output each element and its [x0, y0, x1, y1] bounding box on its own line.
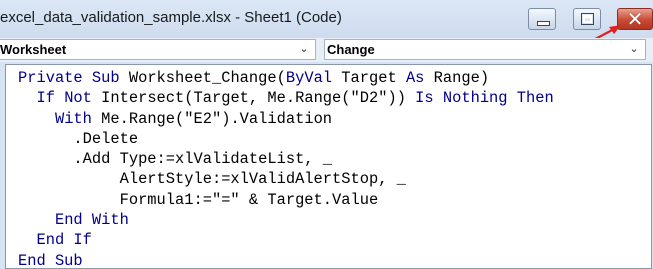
minimize-button[interactable] [528, 8, 556, 30]
code-editor[interactable]: Private Sub Worksheet_Change(ByVal Targe… [5, 64, 652, 269]
chevron-down-icon: ⌄ [299, 42, 309, 55]
code-token: AlertStyle:=xlValidAlertStop, _ [18, 170, 406, 189]
code-line: .Delete [18, 129, 651, 149]
code-text-area[interactable]: Private Sub Worksheet_Change(ByVal Targe… [18, 68, 651, 268]
title-bar: excel_data_validation_sample.xlsx - Shee… [0, 0, 653, 38]
code-keyword: ByVal [285, 69, 342, 87]
code-token: Formula1:="=" & Target.Value [18, 190, 379, 209]
code-line: End If [18, 230, 651, 250]
code-keyword: With [54, 109, 102, 128]
window-title: excel_data_validation_sample.xlsx - Shee… [0, 9, 342, 26]
code-token: Worksheet_Change( [128, 69, 286, 87]
code-line: If Not Intersect(Target, Me.Range("D2"))… [18, 88, 651, 108]
code-line: With Me.Range("E2").Validation [18, 109, 651, 129]
code-line: AlertStyle:=xlValidAlertStop, _ [18, 169, 651, 189]
object-dropdown[interactable]: Worksheet ⌄ [0, 39, 316, 60]
code-keyword: Is Nothing Then [415, 89, 554, 108]
close-icon: ✕ [626, 7, 644, 31]
object-dropdown-value: Worksheet [0, 42, 67, 57]
code-keyword: End Sub [18, 251, 83, 269]
code-token: .Add Type:=xlValidateList, _ [18, 150, 333, 169]
chevron-down-icon: ⌄ [629, 42, 639, 55]
code-token: Me.Range("E2").Validation [101, 109, 333, 128]
code-keyword: As [405, 69, 434, 87]
code-keyword: If Not [36, 89, 102, 108]
code-token: .Delete [18, 129, 139, 148]
procedure-dropdown[interactable]: Change ⌄ [324, 39, 646, 60]
close-button[interactable]: ✕ [617, 8, 653, 30]
code-keyword: Private Sub [18, 69, 129, 87]
code-line: .Add Type:=xlValidateList, _ [18, 149, 651, 169]
code-line: End Sub [18, 251, 651, 269]
minimize-icon [537, 21, 550, 26]
procedure-bar: Worksheet ⌄ Change ⌄ [0, 38, 653, 62]
maximize-icon [581, 13, 594, 25]
code-token: Range) [433, 69, 490, 87]
code-keyword: End If [36, 231, 92, 250]
code-token: Intersect(Target, Me.Range("D2")) [101, 89, 416, 108]
code-line: Formula1:="=" & Target.Value [18, 190, 651, 210]
maximize-button[interactable] [573, 8, 601, 30]
code-keyword: End With [54, 211, 129, 230]
code-token: Target [341, 69, 406, 87]
code-line: Private Sub Worksheet_Change(ByVal Targe… [18, 68, 651, 88]
code-line: End With [18, 210, 651, 230]
procedure-dropdown-value: Change [327, 42, 375, 57]
